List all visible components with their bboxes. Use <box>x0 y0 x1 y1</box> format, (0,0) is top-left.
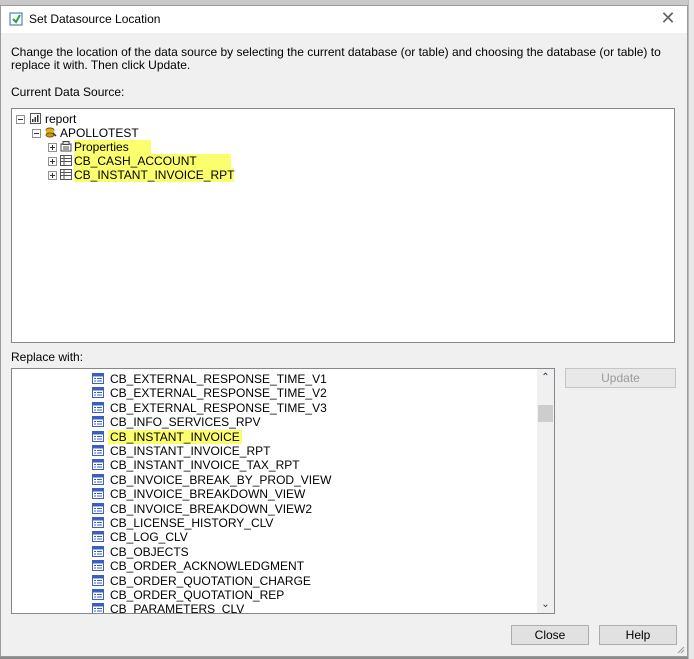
list-item-label: CB_PARAMETERS_CLV <box>110 602 245 614</box>
tree-node-label: Properties <box>74 140 151 154</box>
vertical-scrollbar[interactable]: ⌃ ⌄ <box>537 369 554 613</box>
datasource-app-icon <box>9 12 23 26</box>
list-item-label: CB_ORDER_ACKNOWLEDGMENT <box>110 559 305 574</box>
list-item-label: CB_EXTERNAL_RESPONSE_TIME_V1 <box>110 372 327 386</box>
list-item-label: CB_EXTERNAL_RESPONSE_TIME_V3 <box>110 400 327 415</box>
list-item-label: CB_INVOICE_BREAK_BY_PROD_VIEW <box>110 472 332 487</box>
help-button[interactable]: Help <box>599 625 677 645</box>
table-icon <box>92 445 104 456</box>
table-icon <box>92 574 104 586</box>
table-icon <box>92 401 104 413</box>
list-item-label: CB_INSTANT_INVOICE_RPT <box>110 444 271 458</box>
list-item-label: CB_INVOICE_BREAKDOWN_VIEW2 <box>110 501 313 516</box>
collapse-toggle-icon[interactable] <box>16 115 25 124</box>
list-item-label: CB_EXTERNAL_RESPONSE_TIME_V2 <box>110 386 327 401</box>
update-button[interactable]: Update <box>565 368 676 388</box>
table-icon <box>92 488 104 500</box>
table-icon <box>60 169 72 180</box>
tree-node-label: CB_CASH_ACCOUNT <box>74 154 231 168</box>
expand-toggle-icon[interactable] <box>48 143 57 152</box>
report-icon <box>30 113 41 124</box>
table-icon <box>92 589 104 600</box>
title-bar: Set Datasource Location ✕ <box>1 6 687 33</box>
resize-grip-icon[interactable] <box>675 644 685 654</box>
list-item-label: CB_OBJECTS <box>110 544 189 559</box>
tree-node-label: CB_INSTANT_INVOICE_RPT <box>74 168 235 182</box>
table-icon <box>92 430 104 442</box>
list-item-label: CB_ORDER_QUOTATION_REP <box>110 588 285 602</box>
expand-toggle-icon[interactable] <box>48 157 57 166</box>
instructions-text: Change the location of the data source b… <box>11 45 661 72</box>
table-icon <box>92 473 104 485</box>
table-icon <box>92 603 104 613</box>
collapse-toggle-icon[interactable] <box>32 129 41 138</box>
scroll-down-icon[interactable]: ⌄ <box>537 596 554 613</box>
table-icon <box>92 560 104 572</box>
table-icon <box>92 373 104 384</box>
list-item-label: CB_INSTANT_INVOICE <box>108 429 242 444</box>
tree-node-label: report <box>45 112 77 126</box>
list-item-label: CB_INVOICE_BREAKDOWN_VIEW <box>110 487 306 502</box>
list-item-label: CB_INFO_SERVICES_RPV <box>110 415 261 430</box>
scroll-thumb[interactable] <box>538 405 553 422</box>
set-datasource-dialog: Set Datasource Location ✕ Change the loc… <box>0 5 688 657</box>
table-icon <box>92 459 104 471</box>
tree-node-label: APOLLOTEST <box>60 126 139 140</box>
table-icon <box>60 155 72 166</box>
table-icon <box>92 387 104 399</box>
replace-with-label: Replace with: <box>11 350 84 364</box>
current-data-source-label: Current Data Source: <box>11 85 125 99</box>
scroll-up-icon[interactable]: ⌃ <box>537 369 554 386</box>
list-item-label: CB_INSTANT_INVOICE_TAX_RPT <box>110 458 300 473</box>
current-data-source-tree[interactable]: report APOLLOTEST Properties CB_CASH_ACC… <box>11 108 675 343</box>
window-title: Set Datasource Location <box>29 12 161 26</box>
table-icon <box>92 416 104 428</box>
table-icon <box>92 502 104 514</box>
close-button[interactable]: Close <box>511 625 589 645</box>
list-item-label: CB_LOG_CLV <box>110 530 188 545</box>
list-item-label: CB_LICENSE_HISTORY_CLV <box>110 516 274 530</box>
expand-toggle-icon[interactable] <box>48 171 57 180</box>
table-icon <box>92 517 104 528</box>
list-item-label: CB_ORDER_QUOTATION_CHARGE <box>110 573 311 588</box>
table-icon <box>92 545 104 557</box>
close-window-icon[interactable]: ✕ <box>657 8 679 28</box>
background-window-edge <box>688 0 694 659</box>
table-icon <box>92 531 104 543</box>
replace-with-list[interactable]: CB_EXTERNAL_RESPONSE_TIME_V1 CB_EXTERNAL_… <box>11 368 555 614</box>
properties-icon <box>60 141 72 152</box>
database-connection-icon <box>45 127 57 138</box>
